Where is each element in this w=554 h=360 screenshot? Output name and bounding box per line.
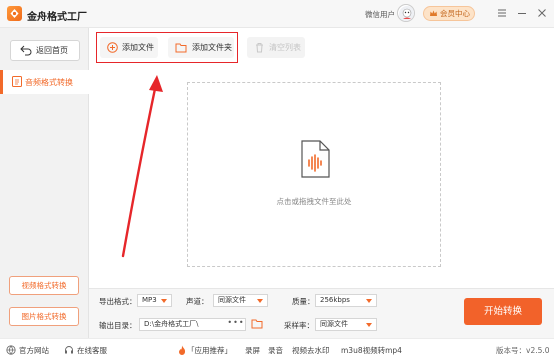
channel-label: 声道： (186, 297, 209, 306)
quality-value: 256kbps (320, 296, 350, 304)
quality-label: 质量： (292, 297, 315, 306)
output-dir-label: 输出目录： (99, 321, 137, 330)
sidebar-item-audio-convert[interactable]: 音频格式转换 (0, 70, 89, 94)
website-link[interactable]: 官方网站 (19, 345, 49, 356)
format-select[interactable]: MP3 (137, 294, 172, 307)
menu-icon[interactable] (496, 7, 508, 19)
back-home-button[interactable]: 返回首页 (10, 40, 80, 61)
sidebar: 返回首页 音频格式转换 视频格式转换 图片格式转换 (0, 28, 89, 338)
app-logo-icon (7, 6, 22, 21)
start-convert-label: 开始转换 (483, 306, 522, 317)
drop-hint: 点击或拖拽文件至此处 (276, 197, 352, 206)
browse-button[interactable]: ••• (226, 318, 246, 331)
file-drop-zone[interactable]: 点击或拖拽文件至此处 (187, 82, 441, 267)
globe-icon (6, 345, 16, 355)
chevron-down-icon (257, 299, 263, 303)
sample-rate-label: 采样率： (284, 321, 314, 330)
close-icon[interactable] (536, 7, 548, 19)
image-convert-label: 图片格式转换 (21, 312, 67, 321)
trash-icon (256, 43, 263, 53)
minimize-icon[interactable] (516, 7, 528, 19)
channel-select[interactable]: 同源文件 (213, 294, 268, 307)
back-home-label: 返回首页 (36, 46, 68, 55)
recommend-link[interactable]: m3u8视频转mp4 (341, 345, 402, 356)
title-bar: 金舟格式工厂 微信用户 会员中心 (0, 0, 554, 28)
document-icon (12, 76, 22, 87)
recommend-link[interactable]: 视频去水印 (292, 345, 330, 356)
quality-select[interactable]: 256kbps (315, 294, 377, 307)
app-recommend-label: 「应用推荐」 (187, 346, 232, 355)
clear-list-label: 清空列表 (269, 43, 301, 52)
flame-icon (179, 345, 186, 355)
status-bar: 官方网站 在线客服 「应用推荐」 录屏 录音 视频去水印 m3u8视频转mp4 … (0, 338, 554, 360)
recommend-link[interactable]: 录屏 (245, 345, 260, 356)
video-convert-label: 视频格式转换 (21, 281, 67, 290)
video-convert-button[interactable]: 视频格式转换 (9, 276, 79, 295)
user-name[interactable]: 微信用户 (365, 9, 395, 20)
sample-rate-value: 同源文件 (320, 320, 348, 328)
back-arrow-icon (20, 45, 32, 56)
highlight-box (96, 32, 238, 63)
recommend-link[interactable]: 录音 (268, 345, 283, 356)
version-label: 版本号：v2.5.0 (496, 346, 550, 355)
audio-file-icon (301, 140, 330, 178)
vip-center-label: 会员中心 (440, 9, 470, 18)
chevron-down-icon (366, 299, 372, 303)
avatar[interactable] (397, 4, 415, 22)
clear-list-button[interactable]: 清空列表 (247, 37, 305, 58)
start-convert-button[interactable]: 开始转换 (464, 298, 542, 325)
chevron-down-icon (366, 323, 372, 327)
headset-icon (65, 346, 73, 354)
online-service-link[interactable]: 在线客服 (77, 345, 107, 356)
format-value: MP3 (142, 296, 157, 304)
settings-panel: 导出格式： MP3 声道： 同源文件 质量： 256kbps 输出目录： D:\… (89, 288, 554, 338)
open-folder-icon[interactable] (251, 318, 263, 329)
sample-rate-select[interactable]: 同源文件 (315, 318, 377, 331)
app-title: 金舟格式工厂 (27, 12, 87, 23)
format-label: 导出格式： (99, 297, 137, 306)
crown-icon (430, 10, 437, 16)
vip-center-button[interactable]: 会员中心 (423, 6, 475, 21)
output-dir-value: D:\金舟格式工厂\ (144, 320, 199, 328)
channel-value: 同源文件 (218, 296, 246, 304)
image-convert-button[interactable]: 图片格式转换 (9, 307, 79, 326)
chevron-down-icon (161, 299, 167, 303)
sidebar-item-label: 音频格式转换 (25, 78, 73, 87)
